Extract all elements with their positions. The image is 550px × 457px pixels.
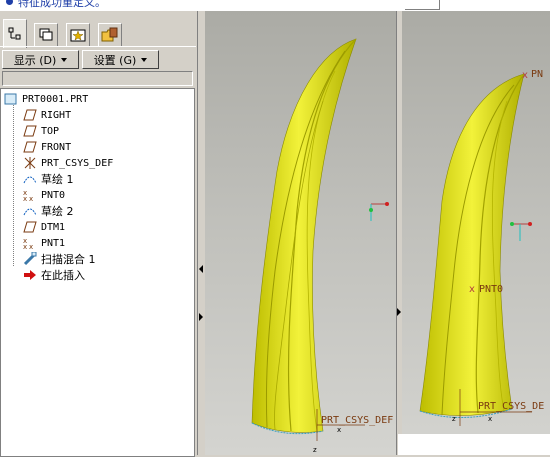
axis-z-label-right: z [452,415,456,423]
tree-item-part[interactable]: PRT0001.PRT [4,91,88,107]
tree-connector-line [13,102,15,266]
folder-browser-icon [101,27,118,42]
datum-point-icon: xxx [23,189,37,201]
point-label-mid: PNT0 [479,284,503,295]
viewport-splitter[interactable] [396,11,401,455]
display-menu-button[interactable]: 显示 (D) [2,50,79,69]
tree-item-sketch-2[interactable]: 草绘 2 [23,203,74,219]
favorites-tab[interactable] [66,23,90,46]
svg-text:x: x [23,195,27,201]
axis-z-label-left: z [313,446,317,454]
tree-item-pnt0[interactable]: xxx PNT0 [23,187,65,203]
point-label-top: PN [531,69,543,80]
axis-x-label-left: x [337,426,341,434]
horn-model-view-right: x PN x PNT0 PRT_CSYS_DE x z [419,69,544,426]
graphics-viewport-right[interactable]: x PN x PNT0 PRT_CSYS_DE x z [402,11,550,455]
collapse-left-icon[interactable] [199,265,203,273]
tree-item-right[interactable]: RIGHT [23,107,71,123]
tree-item-sketch-1[interactable]: 草绘 1 [23,171,74,187]
sketch-icon [23,173,37,185]
tab-divider [0,46,196,47]
axis-x-label-right: x [488,415,492,423]
navigator-tabs [0,11,196,48]
expand-right-icon[interactable] [397,308,401,316]
svg-text:x: x [29,195,33,201]
tree-item-front[interactable]: FRONT [23,139,71,155]
csys-label-left: PRT_CSYS_DEF [321,415,393,426]
datum-plane-icon [23,125,37,137]
model-tree: PRT0001.PRT RIGHT TOP FRONT PRT_CSYS_DEF [0,88,195,457]
tree-item-swept-blend[interactable]: 扫描混合 1 [23,251,96,267]
tree-item-csys[interactable]: PRT_CSYS_DEF [23,155,113,171]
chevron-down-icon [61,57,68,62]
message-text: 特征成功重定义。 [18,0,106,9]
command-input-box[interactable] [405,0,440,10]
message-area: 特征成功重定义。 [0,0,550,11]
swept-blend-icon [23,252,37,266]
tree-filter-box[interactable] [2,71,193,86]
insert-here-arrow-icon [23,269,37,281]
horn-model-view-left: PRT_CSYS_DEF x z [251,38,393,454]
tree-item-pnt1[interactable]: xxx PNT1 [23,235,65,251]
datum-plane-icon [23,141,37,153]
sketch-icon [23,205,37,217]
datum-plane-icon [23,109,37,121]
status-blank-area [398,434,550,455]
chevron-down-icon [141,57,148,62]
favorites-icon [70,29,86,42]
expand-right-icon[interactable] [199,313,203,321]
tree-item-insert-here[interactable]: 在此插入 [23,267,85,283]
svg-text:x: x [522,70,528,81]
csys-label-right: PRT_CSYS_DE [478,401,544,412]
svg-text:x: x [29,243,33,249]
part-icon [4,93,18,105]
model-tree-icon [8,27,21,40]
layers-icon [39,28,53,41]
graphics-viewport-left[interactable]: PRT_CSYS_DEF x z [205,11,396,455]
svg-text:x: x [469,284,475,295]
settings-menu-button[interactable]: 设置 (G) [82,50,159,69]
datum-point-icon: xxx [23,237,37,249]
tree-item-dtm1[interactable]: DTM1 [23,219,65,235]
message-bullet-icon [6,0,13,5]
csys-icon [23,157,37,169]
datum-plane-icon [23,221,37,233]
settings-menu-label: 设置 (G) [93,53,137,67]
display-menu-label: 显示 (D) [13,53,57,67]
panel-splitter[interactable] [197,11,205,455]
model-tree-tab[interactable] [3,19,27,48]
svg-text:x: x [23,243,27,249]
folder-tab[interactable] [98,23,122,46]
tree-item-top[interactable]: TOP [23,123,59,139]
navigator-panel: 显示 (D) 设置 (G) PRT0001.PRT RIGHT TOP FRON… [0,11,196,457]
layers-tab[interactable] [34,23,58,46]
